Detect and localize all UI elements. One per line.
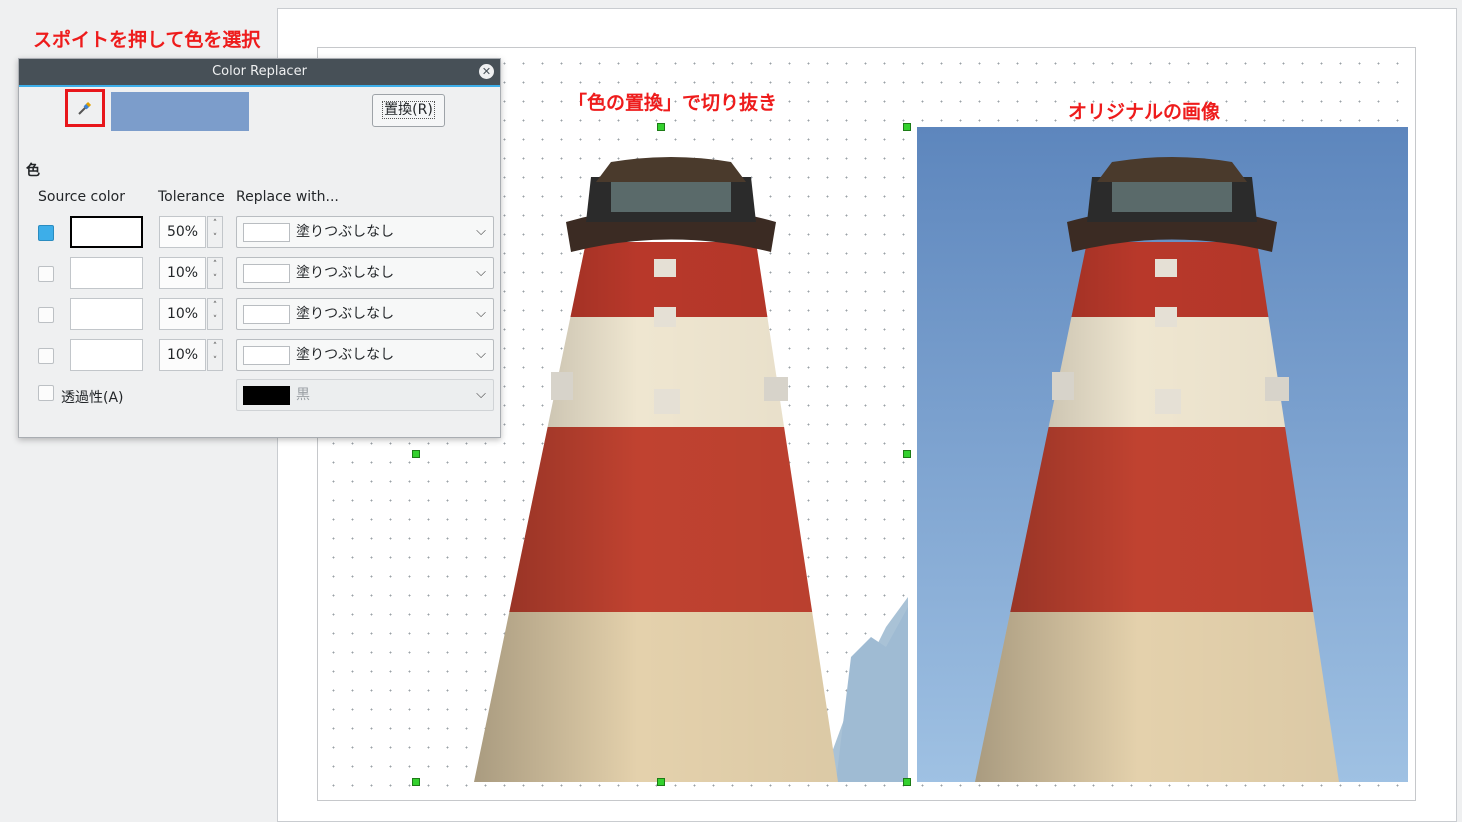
replace-color-swatch bbox=[243, 264, 290, 283]
spin-down-icon: ˅ bbox=[212, 356, 218, 366]
color-row: 10% ˄ ˅ 塗りつぶしなし ⌵ bbox=[19, 257, 502, 291]
color-row-checkbox[interactable] bbox=[38, 225, 54, 241]
replace-color-swatch bbox=[243, 346, 290, 365]
replace-button[interactable]: 置換(R) bbox=[372, 94, 445, 127]
tolerance-spin-buttons[interactable]: ˄ ˅ bbox=[207, 339, 223, 371]
replace-with-label: 塗りつぶしなし bbox=[296, 306, 395, 322]
selection-handle-middle-left[interactable] bbox=[412, 450, 420, 458]
original-lighthouse-image[interactable] bbox=[917, 127, 1408, 782]
tolerance-input[interactable]: 10% bbox=[159, 339, 206, 371]
annotation-cut-label: 「色の置換」で切り抜き bbox=[568, 92, 778, 114]
selection-handle-top-center[interactable] bbox=[657, 123, 665, 131]
transparency-color-swatch bbox=[243, 386, 290, 405]
spin-down-icon: ˅ bbox=[212, 274, 218, 284]
spin-up-icon: ˄ bbox=[212, 301, 218, 311]
transparency-color-label: 黒 bbox=[296, 387, 310, 403]
source-color-button[interactable] bbox=[70, 216, 143, 248]
color-replacer-dialog: Color Replacer ✕ 置換(R) 色 Source color To… bbox=[18, 58, 501, 438]
transparency-checkbox[interactable] bbox=[38, 385, 54, 401]
chevron-down-icon: ⌵ bbox=[476, 265, 486, 280]
source-color-button[interactable] bbox=[70, 257, 143, 289]
color-row-checkbox[interactable] bbox=[38, 266, 54, 282]
spin-up-icon: ˄ bbox=[212, 260, 218, 270]
replace-with-header: Replace with... bbox=[236, 189, 339, 205]
dialog-title: Color Replacer bbox=[212, 64, 307, 79]
selection-handle-bottom-center[interactable] bbox=[657, 778, 665, 786]
tolerance-input[interactable]: 10% bbox=[159, 257, 206, 289]
pipette-color-preview bbox=[111, 92, 249, 131]
chevron-down-icon: ⌵ bbox=[476, 306, 486, 321]
tolerance-input[interactable]: 50% bbox=[159, 216, 206, 248]
replace-with-combobox[interactable]: 塗りつぶしなし ⌵ bbox=[236, 216, 494, 248]
selection-handle-bottom-left[interactable] bbox=[412, 778, 420, 786]
spin-up-icon: ˄ bbox=[212, 219, 218, 229]
pipette-button[interactable] bbox=[65, 89, 105, 127]
selection-handle-bottom-right[interactable] bbox=[903, 778, 911, 786]
transparency-row: 透過性(A) 黒 ⌵ bbox=[19, 379, 502, 413]
chevron-down-icon: ⌵ bbox=[476, 224, 486, 239]
replace-color-swatch bbox=[243, 223, 290, 242]
pipette-icon bbox=[78, 101, 92, 115]
spin-up-icon: ˄ bbox=[212, 342, 218, 352]
tolerance-spin-buttons[interactable]: ˄ ˅ bbox=[207, 216, 223, 248]
transparency-label: 透過性(A) bbox=[61, 390, 124, 406]
replace-with-label: 塗りつぶしなし bbox=[296, 224, 395, 240]
replace-with-combobox[interactable]: 塗りつぶしなし ⌵ bbox=[236, 339, 494, 371]
selection-handle-middle-right[interactable] bbox=[903, 450, 911, 458]
source-color-button[interactable] bbox=[70, 339, 143, 371]
replace-with-combobox[interactable]: 塗りつぶしなし ⌵ bbox=[236, 257, 494, 289]
replace-color-swatch bbox=[243, 305, 290, 324]
colors-section-label: 色 bbox=[26, 163, 40, 179]
tolerance-input[interactable]: 10% bbox=[159, 298, 206, 330]
source-color-button[interactable] bbox=[70, 298, 143, 330]
tolerance-spin-buttons[interactable]: ˄ ˅ bbox=[207, 298, 223, 330]
transparency-color-combobox: 黒 ⌵ bbox=[236, 379, 494, 411]
spin-down-icon: ˅ bbox=[212, 233, 218, 243]
color-row: 50% ˄ ˅ 塗りつぶしなし ⌵ bbox=[19, 216, 502, 250]
spin-down-icon: ˅ bbox=[212, 315, 218, 325]
annotation-pipette-hint: スポイトを押して色を選択 bbox=[33, 29, 261, 51]
selection-handle-top-right[interactable] bbox=[903, 123, 911, 131]
close-icon[interactable]: ✕ bbox=[479, 64, 494, 79]
dialog-title-bar[interactable]: Color Replacer ✕ bbox=[19, 59, 500, 87]
chevron-down-icon: ⌵ bbox=[476, 387, 486, 402]
color-row: 10% ˄ ˅ 塗りつぶしなし ⌵ bbox=[19, 298, 502, 332]
tolerance-header: Tolerance bbox=[158, 189, 225, 205]
annotation-original-label: オリジナルの画像 bbox=[1068, 101, 1221, 123]
color-row-checkbox[interactable] bbox=[38, 307, 54, 323]
replace-with-combobox[interactable]: 塗りつぶしなし ⌵ bbox=[236, 298, 494, 330]
color-row: 10% ˄ ˅ 塗りつぶしなし ⌵ bbox=[19, 339, 502, 373]
color-row-checkbox[interactable] bbox=[38, 348, 54, 364]
chevron-down-icon: ⌵ bbox=[476, 347, 486, 362]
source-color-header: Source color bbox=[38, 189, 126, 205]
replace-with-label: 塗りつぶしなし bbox=[296, 347, 395, 363]
tolerance-spin-buttons[interactable]: ˄ ˅ bbox=[207, 257, 223, 289]
replace-with-label: 塗りつぶしなし bbox=[296, 265, 395, 281]
